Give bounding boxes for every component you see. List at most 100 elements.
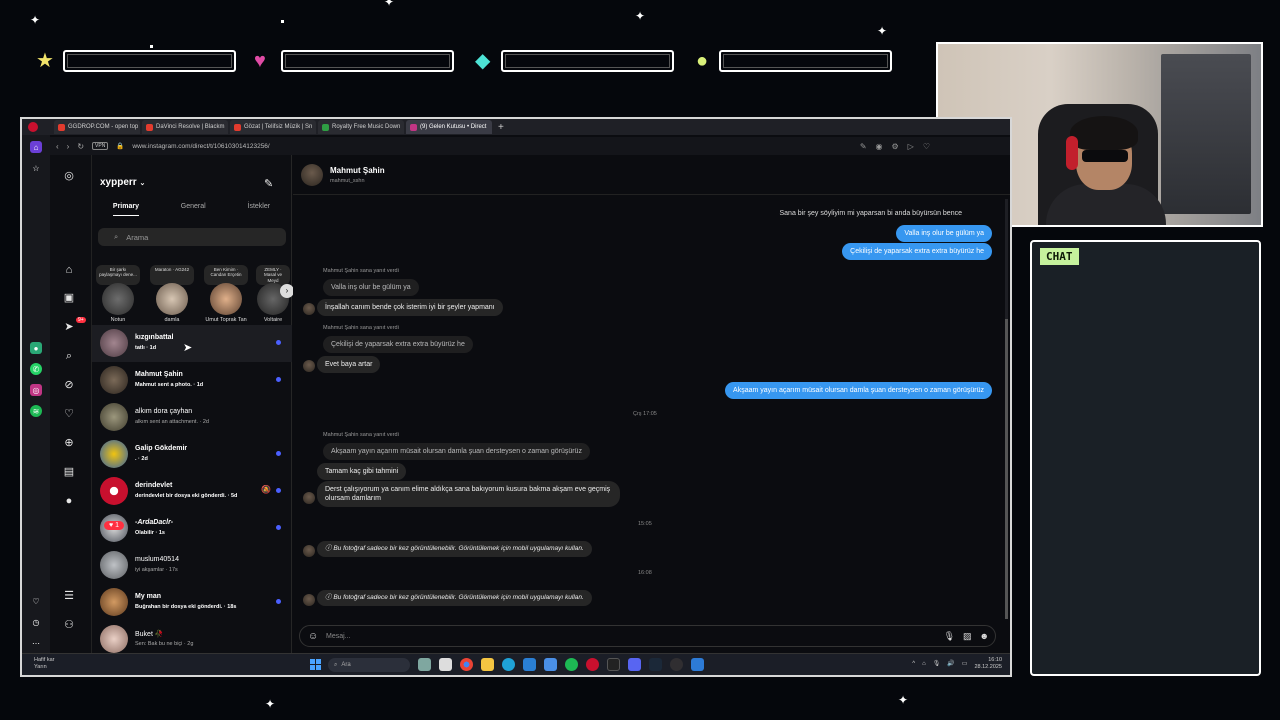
- compose-icon[interactable]: ✎: [264, 177, 273, 190]
- app-icon[interactable]: [544, 658, 557, 671]
- thread-item[interactable]: derindevlet derindevlet bir dosya eki gö…: [92, 473, 292, 510]
- new-tab-button[interactable]: +: [494, 122, 508, 133]
- direct-icon[interactable]: ➤: [62, 320, 76, 334]
- search-icon[interactable]: ⌕: [62, 349, 76, 363]
- create-icon[interactable]: ⊕: [62, 436, 76, 450]
- avatar: [303, 545, 315, 557]
- network-icon[interactable]: ⌂: [922, 661, 926, 667]
- sticker-icon[interactable]: ☻: [980, 631, 989, 642]
- thread-item[interactable]: alkım dora çayhan alkım sent an attachme…: [92, 399, 292, 436]
- discord-icon[interactable]: [628, 658, 641, 671]
- store-icon[interactable]: [523, 658, 536, 671]
- search-input[interactable]: ⌕ Arama: [98, 228, 286, 246]
- next-arrow-icon[interactable]: ›: [280, 284, 294, 298]
- heart-icon[interactable]: ♡: [923, 142, 930, 151]
- emoji-icon[interactable]: ☺: [308, 631, 318, 642]
- tab-general[interactable]: General: [181, 203, 206, 216]
- microphone-icon[interactable]: 🎙: [933, 660, 941, 667]
- clock[interactable]: 16:10 28.12.2025: [974, 657, 1002, 671]
- back-icon[interactable]: ‹: [56, 142, 59, 151]
- camera-icon[interactable]: ◉: [876, 142, 883, 151]
- avatar: [100, 588, 128, 616]
- browser-tab[interactable]: GGDROP.COM - open top: [54, 120, 140, 134]
- instagram-logo-icon[interactable]: ◎: [62, 169, 76, 183]
- browser-tab[interactable]: Gözat | Telifsiz Müzik | Sn: [230, 120, 316, 134]
- view-once-photo-message[interactable]: ⓘ Bu fotoğraf sadece bir kez görüntülene…: [317, 590, 592, 607]
- chevron-up-icon[interactable]: ^: [912, 661, 915, 667]
- unread-dot: [276, 488, 281, 493]
- webcam-person-hair: [1070, 116, 1138, 150]
- opera-logo-icon[interactable]: [28, 122, 38, 132]
- dashboard-icon[interactable]: ▤: [62, 465, 76, 479]
- tab-requests[interactable]: İstekler: [248, 203, 271, 216]
- heart-icon[interactable]: ♡: [30, 595, 42, 607]
- note-item[interactable]: Maraton · AG242 damla: [150, 265, 194, 323]
- play-icon[interactable]: ▷: [908, 142, 914, 151]
- message-input[interactable]: ☺ Mesaj... 🎙 ▨ ☻: [299, 625, 996, 647]
- taskbar-search[interactable]: ⌕ Ara: [328, 658, 410, 672]
- edit-icon[interactable]: ✎: [860, 142, 867, 151]
- spotify-icon[interactable]: ≋: [30, 405, 42, 417]
- profile-avatar[interactable]: ●: [62, 494, 76, 508]
- forward-icon[interactable]: ›: [67, 142, 70, 151]
- account-switcher[interactable]: xypperr ⌄: [100, 177, 145, 188]
- edge-icon[interactable]: [502, 658, 515, 671]
- reload-icon[interactable]: ↻: [77, 142, 84, 151]
- url-field[interactable]: www.instagram.com/direct/t/1061030141232…: [132, 143, 269, 150]
- unread-dot: [276, 451, 281, 456]
- vpn-badge[interactable]: VPN: [92, 142, 109, 150]
- widgets-icon[interactable]: [418, 658, 431, 671]
- thread-item[interactable]: Mahmut Şahin Mahmut sent a photo. · 1d: [92, 362, 292, 399]
- instagram-icon[interactable]: ◎: [30, 384, 42, 396]
- tab-primary[interactable]: Primary: [112, 203, 139, 216]
- heart-notification-pill[interactable]: ♥ 1: [104, 521, 125, 530]
- menu-icon[interactable]: ☰: [62, 589, 76, 603]
- chrome-icon[interactable]: [460, 658, 473, 671]
- terminal-icon[interactable]: [607, 658, 620, 671]
- settings-icon[interactable]: ⚙: [892, 142, 899, 151]
- weather-widget[interactable]: Hafif kar Yarın: [34, 657, 54, 670]
- view-once-photo-message[interactable]: ⓘ Bu fotoğraf sadece bir kez görüntülene…: [317, 541, 592, 558]
- notifications-heart-icon[interactable]: ♡: [62, 407, 76, 421]
- chat-app-icon[interactable]: ●: [30, 342, 42, 354]
- steam-icon[interactable]: [649, 658, 662, 671]
- avatar: [303, 492, 315, 504]
- star-icon[interactable]: ☆: [30, 162, 42, 174]
- start-button[interactable]: [310, 659, 321, 670]
- home-icon[interactable]: ⌂: [30, 141, 42, 153]
- conversation-header[interactable]: Mahmut Şahin mahmut_sshn: [293, 155, 1010, 195]
- avatar: [100, 551, 128, 579]
- threads-icon[interactable]: ⚇: [62, 618, 76, 632]
- browser-tab[interactable]: DaVinci Resolve | Blackm: [142, 120, 228, 134]
- home-icon[interactable]: ⌂: [62, 263, 76, 277]
- note-item[interactable]: Bir şarkı paylaşmayı dene... Notun: [96, 265, 140, 323]
- sparkle-icon: ✦: [898, 693, 909, 707]
- scrollbar-thumb[interactable]: [1005, 319, 1008, 619]
- browser-tab-active[interactable]: (9) Gelen Kutusu • Direct: [406, 120, 492, 134]
- reels-icon[interactable]: ▣: [62, 291, 76, 305]
- task-view-icon[interactable]: [439, 658, 452, 671]
- battery-icon[interactable]: ▭: [962, 660, 968, 667]
- thread-name: alkım dora çayhan: [135, 408, 193, 415]
- speaker-icon[interactable]: 🔊: [947, 660, 954, 667]
- explore-icon[interactable]: ⊘: [62, 378, 76, 392]
- thread-item[interactable]: My man Buğrahan bir dosya eki gönderdi. …: [92, 584, 292, 621]
- reply-label: Mahmut Şahin sana yanıt verdi: [323, 432, 399, 438]
- thread-item[interactable]: Galip Gökdemir . · 2d: [92, 436, 292, 473]
- file-explorer-icon[interactable]: [481, 658, 494, 671]
- history-icon[interactable]: ◷: [30, 616, 42, 628]
- spotify-icon[interactable]: [565, 658, 578, 671]
- scrollbar[interactable]: [1005, 199, 1008, 619]
- star-dot: [150, 45, 153, 48]
- timestamp: 15:05: [638, 521, 652, 527]
- opera-icon[interactable]: [586, 658, 599, 671]
- thread-item[interactable]: muslum40514 iyi akşamlar · 17s: [92, 547, 292, 584]
- microphone-icon[interactable]: 🎙: [944, 631, 955, 642]
- note-item[interactable]: Ben Kimim · Candan Erçetin Umut Toprak T…: [204, 265, 248, 323]
- image-icon[interactable]: ▨: [963, 631, 972, 642]
- browser-tab[interactable]: Royalty Free Music Down: [318, 120, 404, 134]
- obs-icon[interactable]: [670, 658, 683, 671]
- app-icon[interactable]: [691, 658, 704, 671]
- whatsapp-icon[interactable]: ✆: [30, 363, 42, 375]
- more-icon[interactable]: ⋯: [30, 637, 42, 649]
